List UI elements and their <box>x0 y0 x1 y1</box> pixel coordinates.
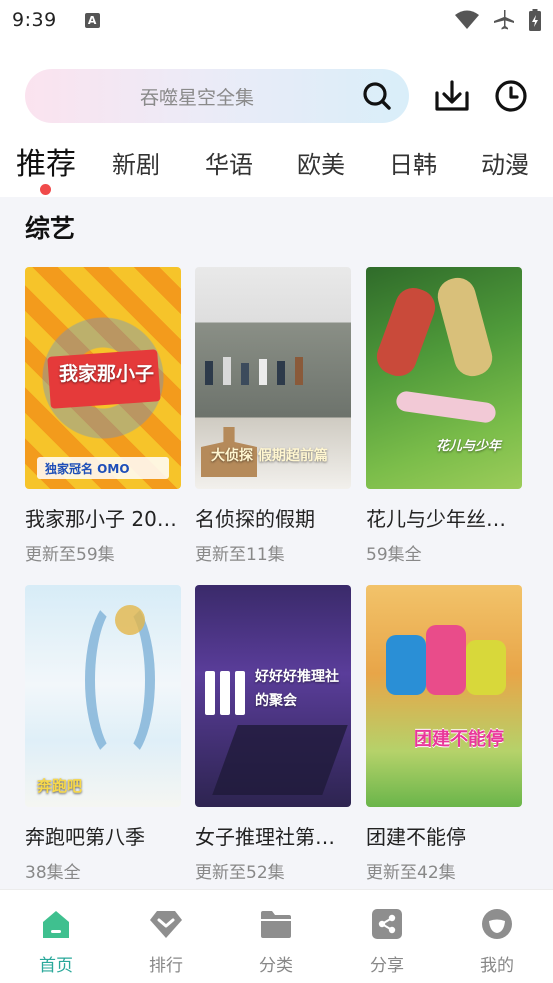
poster-title: 我家那小子 <box>59 363 155 385</box>
card-episodes: 38集全 <box>25 863 81 883</box>
battery-charging-icon <box>529 9 541 31</box>
tab-anime[interactable]: 动漫 <box>481 145 529 180</box>
content-area: 综艺 我家那小子 独家冠名 OMO 我家那小子 2024 更新至59集 大侦探 … <box>0 197 553 889</box>
poster-title: 大侦探 假期超前篇 <box>211 448 328 464</box>
card-episodes: 更新至59集 <box>25 545 115 565</box>
nav-home[interactable]: 首页 <box>16 906 96 976</box>
tab-new-drama[interactable]: 新剧 <box>112 145 160 180</box>
show-card[interactable]: 好好好推理社 的聚会 女子推理社第二季 更新至52集 <box>195 585 351 883</box>
nav-label: 我的 <box>480 956 514 976</box>
show-card[interactable]: 大侦探 假期超前篇 名侦探的假期 更新至11集 <box>195 267 351 565</box>
show-card[interactable]: 我家那小子 独家冠名 OMO 我家那小子 2024 更新至59集 <box>25 267 181 565</box>
card-episodes: 更新至52集 <box>195 863 285 883</box>
poster-title: 团建不能停 <box>414 729 504 750</box>
search-icon[interactable] <box>362 81 392 111</box>
card-title: 奔跑吧第八季 <box>25 825 145 849</box>
card-title: 我家那小子 2024 <box>25 507 181 531</box>
poster-title: 奔跑吧 <box>37 777 83 795</box>
section-title: 综艺 <box>25 214 76 243</box>
wifi-icon <box>455 10 479 29</box>
nav-label: 首页 <box>39 956 73 976</box>
poster-image[interactable]: 好好好推理社 的聚会 <box>195 585 351 807</box>
status-icons <box>455 9 541 31</box>
airplane-icon <box>494 10 514 30</box>
tab-chinese[interactable]: 华语 <box>205 145 253 180</box>
show-card[interactable]: 奔跑吧 奔跑吧第八季 38集全 <box>25 585 181 883</box>
notification-a-icon: A <box>84 12 100 28</box>
active-tab-indicator <box>40 184 51 195</box>
status-bar: 9:39 A <box>0 0 553 40</box>
nav-rank[interactable]: 排行 <box>126 906 206 976</box>
search-input[interactable]: 吞噬星空全集 <box>25 69 409 123</box>
card-title: 女子推理社第二季 <box>195 825 351 849</box>
poster-image[interactable]: 奔跑吧 <box>25 585 181 807</box>
show-card[interactable]: 团建不能停 团建不能停 更新至42集 <box>366 585 522 883</box>
search-row: 吞噬星空全集 <box>0 69 553 123</box>
search-placeholder: 吞噬星空全集 <box>139 86 254 109</box>
tab-jpkr[interactable]: 日韩 <box>389 145 437 180</box>
poster-subtitle: 独家冠名 OMO <box>45 462 130 476</box>
home-icon <box>38 906 74 942</box>
category-tabs: 推荐 新剧 华语 欧美 日韩 动漫 <box>0 137 553 195</box>
status-time: 9:39 <box>12 9 57 31</box>
card-title: 团建不能停 <box>366 825 466 849</box>
poster-image[interactable]: 大侦探 假期超前篇 <box>195 267 351 489</box>
bottom-nav: 首页 排行 分类 分享 我的 <box>0 889 553 983</box>
tab-western[interactable]: 欧美 <box>297 145 345 180</box>
rank-icon <box>148 906 184 942</box>
share-icon <box>369 906 405 942</box>
download-icon[interactable] <box>434 79 470 113</box>
nav-label: 排行 <box>149 956 183 976</box>
nav-category[interactable]: 分类 <box>236 906 316 976</box>
nav-label: 分类 <box>259 956 293 976</box>
card-episodes: 更新至42集 <box>366 863 456 883</box>
card-title: 花儿与少年丝路季 <box>366 507 522 531</box>
nav-label: 分享 <box>370 956 404 976</box>
poster-title: 好好好推理社 的聚会 <box>255 669 339 709</box>
folder-icon <box>258 906 294 942</box>
card-episodes: 59集全 <box>366 545 422 565</box>
history-clock-icon[interactable] <box>494 79 528 113</box>
show-card[interactable]: 花儿与少年 花儿与少年丝路季 59集全 <box>366 267 522 565</box>
poster-title: 花儿与少年 <box>436 439 502 454</box>
tab-recommend[interactable]: 推荐 <box>16 139 76 183</box>
card-episodes: 更新至11集 <box>195 545 285 565</box>
nav-share[interactable]: 分享 <box>347 906 427 976</box>
poster-image[interactable]: 我家那小子 独家冠名 OMO <box>25 267 181 489</box>
card-title: 名侦探的假期 <box>195 507 315 531</box>
poster-image[interactable]: 团建不能停 <box>366 585 522 807</box>
profile-icon <box>479 906 515 942</box>
nav-profile[interactable]: 我的 <box>457 906 537 976</box>
poster-image[interactable]: 花儿与少年 <box>366 267 522 489</box>
